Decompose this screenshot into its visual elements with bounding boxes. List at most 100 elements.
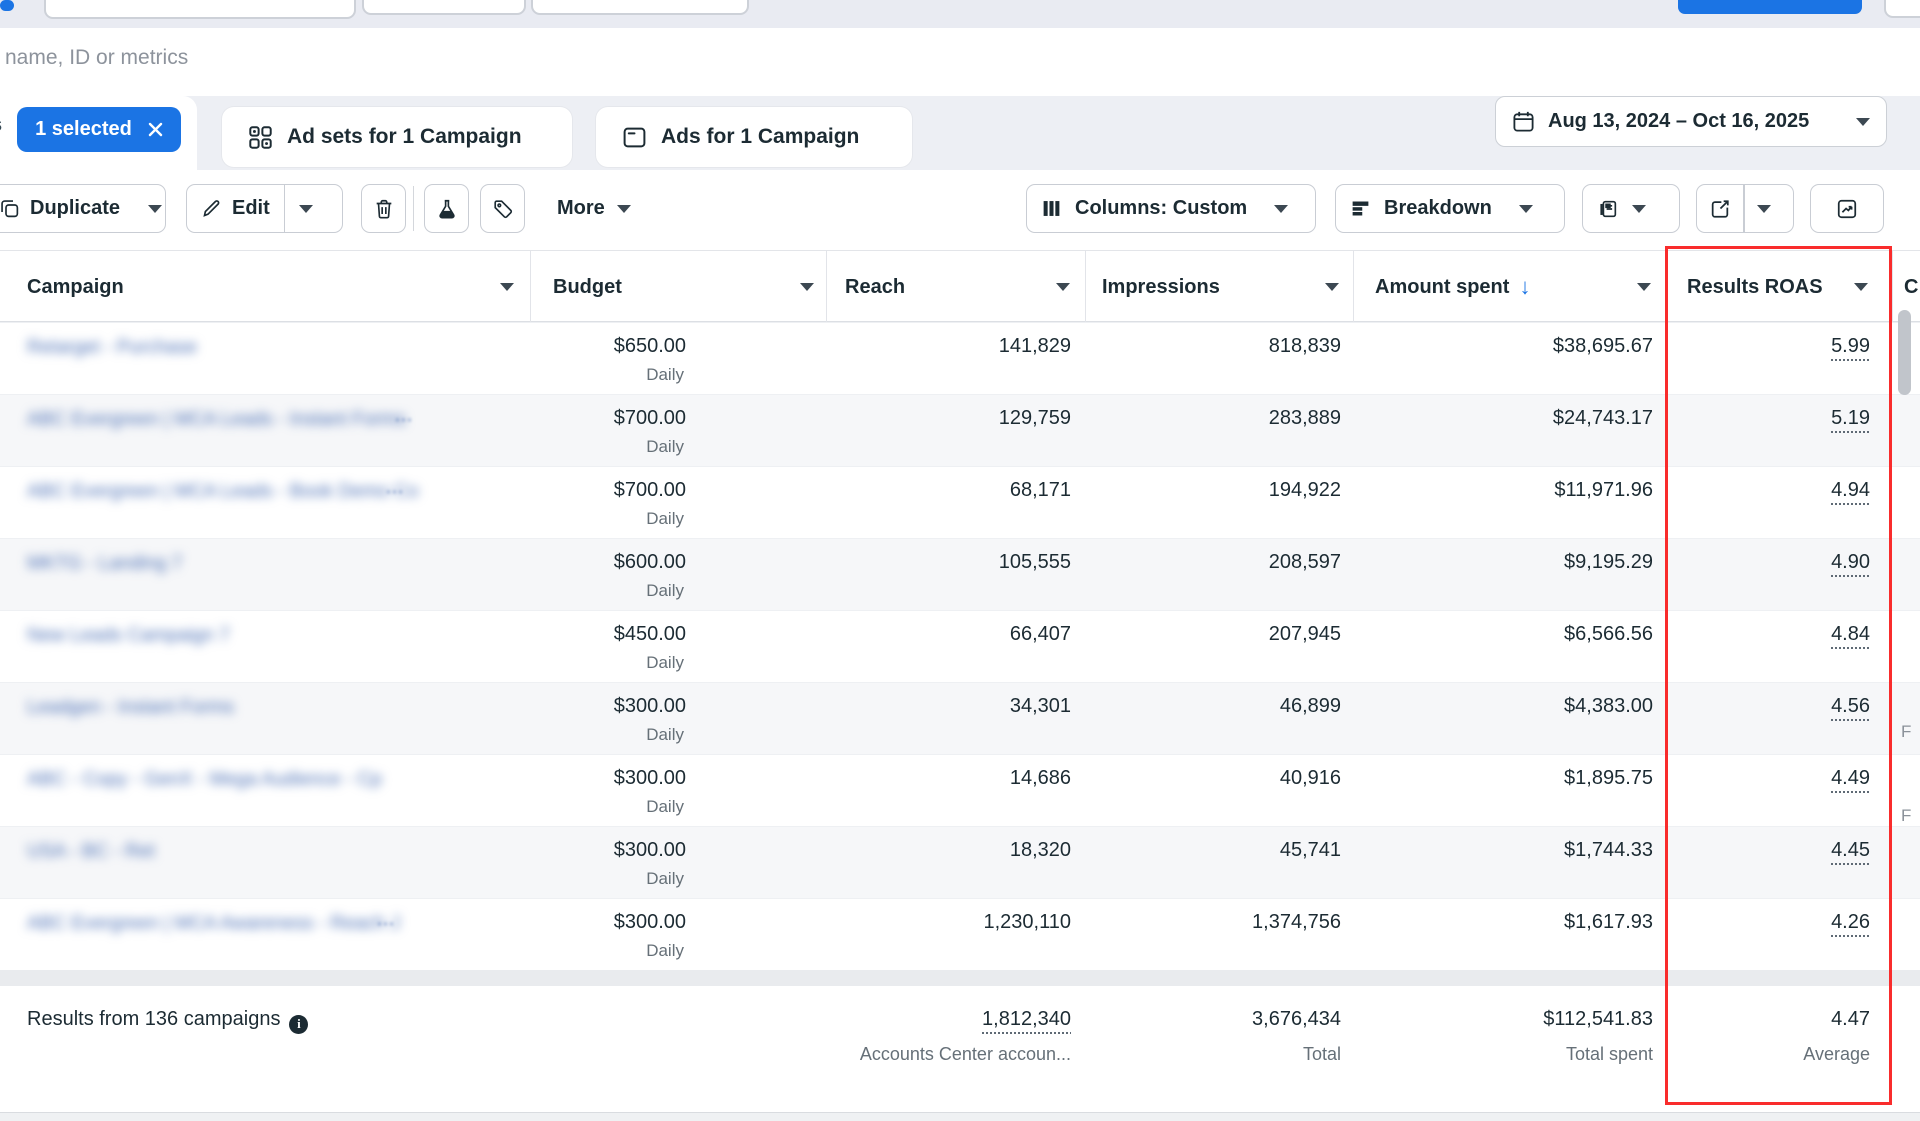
ad-frame-icon xyxy=(622,125,647,150)
roas-value[interactable]: 4.84 xyxy=(1831,623,1870,646)
chevron-down-icon xyxy=(1274,205,1288,213)
edit-split-button[interactable]: Edit xyxy=(186,184,343,233)
horizontal-scroll-gutter[interactable] xyxy=(0,1112,1920,1121)
cropped-input-1[interactable] xyxy=(44,0,356,19)
column-header-reach[interactable]: Reach xyxy=(845,251,905,323)
chevron-down-icon[interactable] xyxy=(1854,283,1868,291)
campaign-name-redacted[interactable]: New Leads Campaign 7 xyxy=(27,625,230,647)
export-button[interactable] xyxy=(1697,185,1743,232)
impressions-value: 818,839 xyxy=(1269,335,1341,358)
campaign-header-label: Campaign xyxy=(27,276,124,299)
charts-button[interactable] xyxy=(1810,184,1884,233)
close-icon[interactable] xyxy=(148,122,163,137)
table-row: USA - BC - Ret$300.00Daily18,32045,741$1… xyxy=(0,826,1920,898)
reach-value: 14,686 xyxy=(1010,767,1071,790)
edit-button[interactable]: Edit xyxy=(187,185,284,232)
chevron-down-icon[interactable] xyxy=(800,283,814,291)
vertical-scrollbar-thumb[interactable] xyxy=(1898,310,1911,395)
budget-type: Daily xyxy=(646,797,684,817)
duplicate-button[interactable]: Duplicate xyxy=(0,185,134,232)
roas-value[interactable]: 4.45 xyxy=(1831,839,1870,862)
chevron-down-icon xyxy=(299,205,313,213)
budget-value: $300.00 xyxy=(614,911,686,934)
reach-total[interactable]: 1,812,340 xyxy=(982,1008,1071,1031)
tab-adsets[interactable]: Ad sets for 1 Campaign xyxy=(222,107,572,167)
column-header-results-roas[interactable]: Results ROAS xyxy=(1687,251,1823,323)
impressions-total-sublabel: Total xyxy=(1303,1044,1341,1065)
chevron-down-icon xyxy=(1632,205,1646,213)
impressions-value: 1,374,756 xyxy=(1252,911,1341,934)
chevron-down-icon[interactable] xyxy=(1325,283,1339,291)
chevron-down-icon[interactable] xyxy=(500,283,514,291)
date-range-button[interactable]: Aug 13, 2024 – Oct 16, 2025 xyxy=(1495,96,1887,147)
column-header-amount-spent[interactable]: Amount spent ↓ xyxy=(1375,251,1530,323)
roas-value[interactable]: 4.26 xyxy=(1831,911,1870,934)
campaign-name-redacted[interactable]: ABC Evergreen | MCA Leads - Instant Form… xyxy=(27,409,406,431)
amount-spent-value: $1,744.33 xyxy=(1564,839,1653,862)
delete-button[interactable] xyxy=(361,184,406,233)
chevron-down-icon xyxy=(1856,118,1870,126)
selected-count-pill[interactable]: 1 selected xyxy=(17,107,181,152)
roas-value[interactable]: 4.94 xyxy=(1831,479,1870,502)
toolbar-separator xyxy=(413,186,414,231)
date-range-label: Aug 13, 2024 – Oct 16, 2025 xyxy=(1548,110,1809,133)
export-dropdown[interactable] xyxy=(1745,185,1783,232)
tag-button[interactable] xyxy=(480,184,525,233)
reports-button[interactable] xyxy=(1582,184,1680,233)
cropped-blue-element xyxy=(0,0,14,11)
amount-spent-header-label: Amount spent xyxy=(1375,276,1509,299)
next-column-cell-fragment: F xyxy=(1901,722,1911,742)
roas-value[interactable]: 4.49 xyxy=(1831,767,1870,790)
chevron-down-icon xyxy=(1757,205,1771,213)
export-icon xyxy=(1709,198,1731,220)
roas-value[interactable]: 4.90 xyxy=(1831,551,1870,574)
cropped-input-2[interactable] xyxy=(362,0,526,15)
flask-icon xyxy=(436,198,458,220)
campaign-name-redacted[interactable]: ABC Evergreen | MCA Awareness - Reach J xyxy=(27,913,400,935)
edit-dropdown[interactable] xyxy=(285,185,327,232)
column-header-campaign[interactable]: Campaign xyxy=(27,251,124,323)
budget-value: $450.00 xyxy=(614,623,686,646)
results-roas-header-label: Results ROAS xyxy=(1687,276,1823,299)
next-column-cell-fragment: F xyxy=(1901,806,1911,826)
budget-type: Daily xyxy=(646,581,684,601)
campaign-name-redacted[interactable]: ABC Evergreen | MCA Leads - Book Demo Co xyxy=(27,481,418,503)
budget-value: $700.00 xyxy=(614,479,686,502)
amount-spent-total: $112,541.83 xyxy=(1543,1008,1653,1031)
campaign-name-redacted[interactable]: Retarget - Purchase xyxy=(27,337,197,359)
more-button[interactable]: More xyxy=(551,184,637,233)
table-row: Retarget - Purchase$650.00Daily141,82981… xyxy=(0,322,1920,394)
roas-value[interactable]: 5.19 xyxy=(1831,407,1870,430)
impressions-value: 45,741 xyxy=(1280,839,1341,862)
duplicate-split-button[interactable]: Duplicate xyxy=(0,184,166,233)
campaign-name-redacted[interactable]: USA - BC - Ret xyxy=(27,841,155,863)
export-split-button[interactable] xyxy=(1696,184,1794,233)
chevron-down-icon[interactable] xyxy=(1056,283,1070,291)
cropped-button-right[interactable] xyxy=(1884,0,1920,18)
campaign-name-redacted[interactable]: Leadgen - Instant Forms xyxy=(27,697,234,719)
amount-spent-value: $4,383.00 xyxy=(1564,695,1653,718)
columns-button[interactable]: Columns: Custom xyxy=(1026,184,1316,233)
cropped-input-3[interactable] xyxy=(531,0,749,15)
duplicate-dropdown[interactable] xyxy=(134,185,176,232)
budget-value: $600.00 xyxy=(614,551,686,574)
budget-type: Daily xyxy=(646,869,684,889)
reach-value: 18,320 xyxy=(1010,839,1071,862)
tab-ads-label: Ads for 1 Campaign xyxy=(661,125,859,149)
column-header-impressions[interactable]: Impressions xyxy=(1102,251,1220,323)
column-header-budget[interactable]: Budget xyxy=(553,251,622,323)
cropped-primary-button[interactable] xyxy=(1678,0,1862,14)
campaign-name-redacted[interactable]: MKTG - Landing 7 xyxy=(27,553,182,575)
chevron-down-icon[interactable] xyxy=(1637,283,1651,291)
ab-test-button[interactable] xyxy=(424,184,469,233)
campaign-name-redacted[interactable]: ABC - Copy - GenX - Mega Audience - Cp xyxy=(27,769,382,791)
tab-campaigns-active[interactable]: s 1 selected xyxy=(0,96,197,170)
breakdown-button[interactable]: Breakdown xyxy=(1335,184,1565,233)
reach-value: 105,555 xyxy=(999,551,1071,574)
trash-icon xyxy=(373,198,395,220)
info-icon[interactable]: i xyxy=(289,1015,308,1034)
roas-value[interactable]: 4.56 xyxy=(1831,695,1870,718)
roas-value[interactable]: 5.99 xyxy=(1831,335,1870,358)
tab-ads[interactable]: Ads for 1 Campaign xyxy=(596,107,912,167)
search-input[interactable] xyxy=(3,45,607,71)
